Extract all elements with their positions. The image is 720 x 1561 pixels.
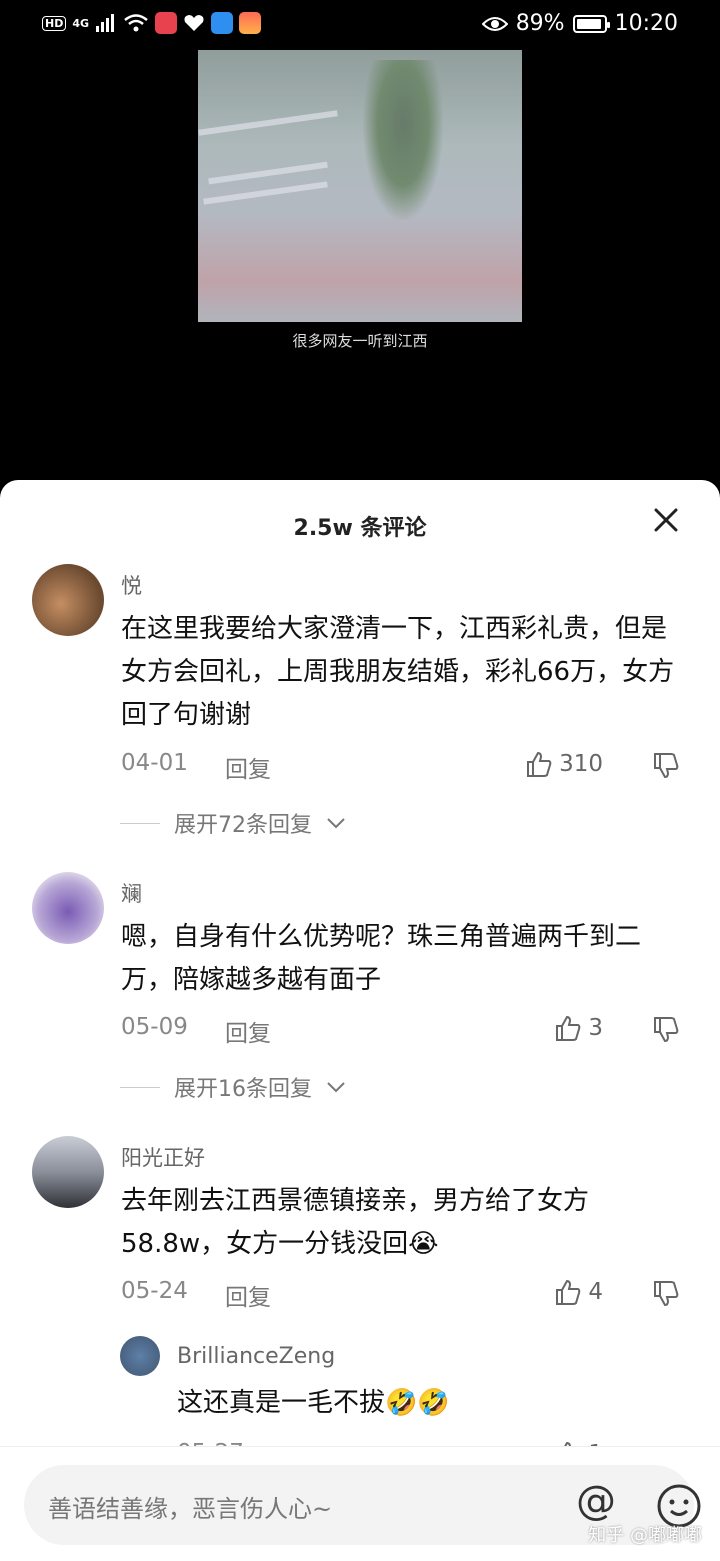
chevron-down-icon xyxy=(327,1082,345,1093)
wifi-icon xyxy=(124,14,148,32)
comment-text[interactable]: 嗯，自身有什么优势呢？珠三角普遍两千到二万，陪嫁越多越有面子 xyxy=(121,916,681,1002)
watermark: 知乎 @嘟嘟嘟 xyxy=(588,1525,702,1546)
like-count: 4 xyxy=(588,1279,603,1305)
comment-text[interactable]: 在这里我要给大家澄清一下，江西彩礼贵，但是女方会回礼，上周我朋友结婚，彩礼66万… xyxy=(121,608,681,737)
reply-button[interactable]: 回复 xyxy=(225,1278,271,1312)
thumbs-down-icon[interactable] xyxy=(652,1016,680,1044)
comment-date: 05-24 xyxy=(121,1278,188,1304)
avatar[interactable] xyxy=(32,1136,104,1208)
network-type: 4G xyxy=(72,16,90,30)
mention-button[interactable]: @ xyxy=(576,1478,616,1524)
comment-input-placeholder: 善语结善缘，恶言伤人心~ xyxy=(48,1495,333,1523)
chevron-down-icon xyxy=(327,818,345,829)
video-caption: 很多网友一听到江西 xyxy=(292,332,428,350)
like-button[interactable]: 3 xyxy=(554,1014,603,1042)
like-button[interactable]: 310 xyxy=(525,750,603,778)
comment-username[interactable]: 悦 xyxy=(121,570,142,600)
status-bar: HD 4G 89% 10:20 xyxy=(0,0,720,50)
close-icon[interactable] xyxy=(652,506,680,534)
like-count: 3 xyxy=(588,1015,603,1041)
thumbs-down-icon[interactable] xyxy=(652,752,680,780)
comments-count-title: 2.5w 条评论 xyxy=(293,516,427,541)
signal-icon xyxy=(96,14,115,32)
comment-username[interactable]: 阳光正好 xyxy=(121,1142,205,1172)
expand-replies-label: 展开72条回复 xyxy=(174,813,312,838)
thumbs-up-icon xyxy=(556,1279,581,1305)
like-count: 310 xyxy=(559,751,603,777)
expand-replies-label: 展开16条回复 xyxy=(174,1077,312,1102)
comment-date: 04-01 xyxy=(121,750,188,776)
photo-app-icon xyxy=(239,12,262,34)
avatar[interactable] xyxy=(32,564,104,636)
video-player[interactable] xyxy=(198,50,522,322)
clock: 10:20 xyxy=(614,11,678,36)
comment-username[interactable]: BrillianceZeng xyxy=(177,1344,335,1369)
search-app-icon xyxy=(211,12,234,34)
comment-text[interactable]: 这还真是一毛不拔🤣🤣 xyxy=(177,1382,677,1425)
battery-percent: 89% xyxy=(515,11,565,36)
thumbs-down-icon[interactable] xyxy=(652,1280,680,1308)
expand-replies-button[interactable]: 展开72条回复 xyxy=(120,807,346,839)
comments-sheet: 2.5w 条评论 悦 在这里我要给大家澄清一下，江西彩礼贵，但是女方会回礼，上周… xyxy=(0,480,720,1560)
expand-replies-button[interactable]: 展开16条回复 xyxy=(120,1071,346,1103)
like-button[interactable]: 4 xyxy=(554,1278,603,1306)
reply-button[interactable]: 回复 xyxy=(225,1014,271,1048)
health-icon xyxy=(184,15,204,31)
avatar[interactable] xyxy=(120,1336,160,1376)
thumbs-up-icon xyxy=(527,751,552,777)
battery-icon xyxy=(572,14,610,33)
app-notification-icon xyxy=(155,12,178,34)
comment-date: 05-09 xyxy=(121,1014,188,1040)
reply-button[interactable]: 回复 xyxy=(225,750,271,784)
hd-indicator: HD xyxy=(42,15,67,31)
eye-icon xyxy=(481,16,508,31)
comment-username[interactable]: 斓 xyxy=(121,878,142,908)
avatar[interactable] xyxy=(32,872,104,944)
thumbs-up-icon xyxy=(556,1015,581,1041)
comment-input-bar: 善语结善缘，恶言伤人心~ @ 知乎 @嘟嘟嘟 xyxy=(0,1446,720,1561)
comment-text[interactable]: 去年刚去江西景德镇接亲，男方给了女方58.8w，女方一分钱没回😭 xyxy=(121,1180,681,1266)
